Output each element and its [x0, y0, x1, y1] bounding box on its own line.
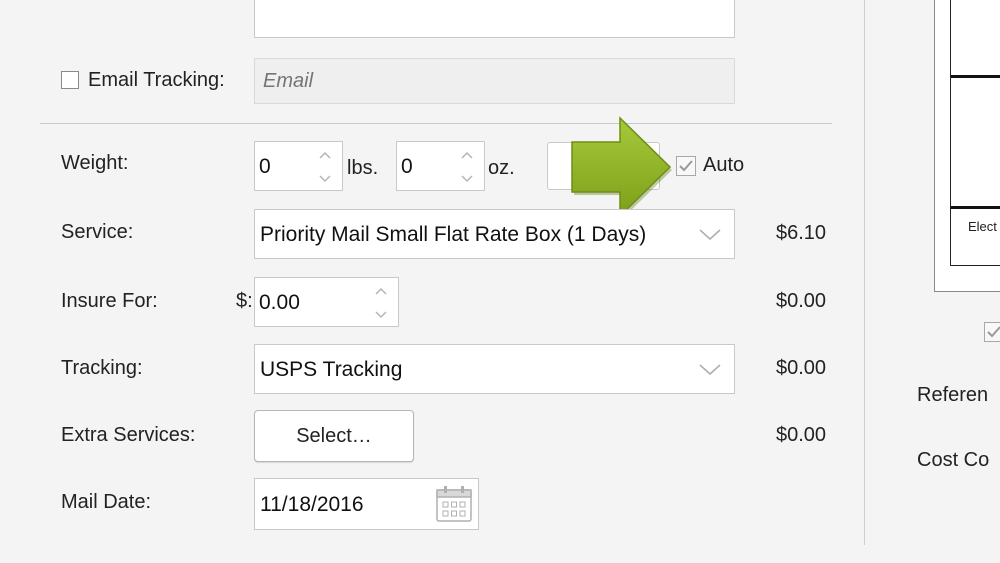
label-preview: Elect	[934, 0, 1000, 292]
mail-date-field[interactable]: 11/18/2016	[254, 478, 479, 530]
service-select[interactable]: Priority Mail Small Flat Rate Box (1 Day…	[254, 209, 735, 259]
label-rule	[951, 206, 1000, 209]
weight-oz-field[interactable]: 0	[396, 141, 485, 191]
arrow-icon	[571, 116, 672, 219]
service-price: $6.10	[776, 222, 827, 244]
insure-price: $0.00	[776, 290, 827, 312]
right-panel-checkbox-icon[interactable]	[984, 322, 1000, 342]
insure-value: 0.00	[259, 291, 300, 314]
weight-oz-value: 0	[401, 155, 413, 178]
spinner-icon[interactable]	[373, 281, 389, 325]
label-preview-text: Elect	[968, 219, 997, 234]
insure-field[interactable]: 0.00	[254, 277, 399, 327]
service-value: Priority Mail Small Flat Rate Box (1 Day…	[260, 223, 647, 246]
weight-lbs-value: 0	[259, 155, 271, 178]
label-rule	[951, 75, 1000, 78]
extra-services-price: $0.00	[776, 424, 827, 446]
weight-label: Weight:	[61, 152, 129, 174]
spinner-icon[interactable]	[317, 145, 333, 189]
chevron-down-icon	[699, 229, 721, 241]
email-tracking-checkbox[interactable]	[61, 71, 79, 89]
label-preview-inner: Elect	[950, 0, 1000, 266]
extra-services-label: Extra Services:	[61, 424, 196, 446]
section-divider	[40, 123, 832, 124]
tracking-value: USPS Tracking	[260, 358, 403, 381]
spinner-icon[interactable]	[459, 145, 475, 189]
mail-date-label: Mail Date:	[61, 491, 152, 513]
weight-lbs-unit: lbs.	[347, 157, 379, 179]
tracking-price: $0.00	[776, 357, 827, 379]
chevron-down-icon	[699, 364, 721, 376]
weight-oz-unit: oz.	[488, 157, 515, 179]
panel-divider	[864, 0, 865, 545]
email-tracking-label: Email Tracking:	[88, 69, 225, 91]
cost-code-label: Cost Co	[917, 449, 990, 471]
auto-label: Auto	[703, 154, 745, 176]
extra-services-select-button[interactable]: Select…	[254, 410, 414, 462]
weight-lbs-field[interactable]: 0	[254, 141, 343, 191]
mail-date-value: 11/18/2016	[260, 493, 364, 516]
reference-label: Referen	[917, 384, 989, 406]
email-input[interactable]	[254, 58, 735, 104]
insure-label: Insure For:	[61, 290, 158, 312]
tracking-label: Tracking:	[61, 357, 143, 379]
auto-checkbox-checked-icon[interactable]	[676, 156, 696, 176]
insure-currency: $:	[236, 290, 253, 312]
calendar-icon[interactable]	[436, 485, 472, 523]
tracking-select[interactable]: USPS Tracking	[254, 344, 735, 394]
service-label: Service:	[61, 221, 134, 243]
notes-textarea[interactable]	[254, 0, 735, 38]
